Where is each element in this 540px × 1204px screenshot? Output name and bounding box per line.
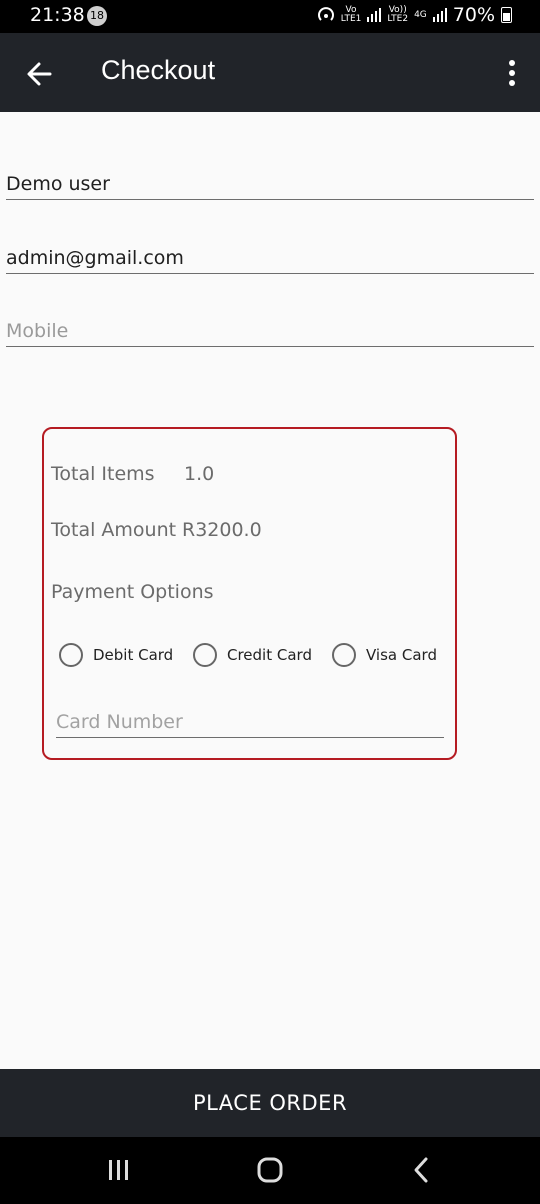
status-bar: 21:38 18 Vo LTE1 Vo)) LTE2 4G 70%: [0, 0, 540, 33]
radio-credit-card[interactable]: Credit Card: [193, 643, 312, 667]
hotspot-icon: [317, 7, 334, 21]
recent-apps-icon[interactable]: [104, 1155, 134, 1185]
radio-label-credit-card: Credit Card: [227, 646, 312, 664]
mobile-field[interactable]: Mobile: [6, 320, 534, 347]
notification-count-badge: 18: [87, 6, 107, 26]
arrow-left-icon[interactable]: [22, 57, 56, 91]
home-icon[interactable]: [255, 1155, 285, 1185]
total-amount-value: R3200.0: [182, 519, 262, 541]
system-nav-bar: [0, 1137, 540, 1204]
radio-visa-card[interactable]: Visa Card: [332, 643, 437, 667]
status-icons: Vo LTE1 Vo)) LTE2 4G 70%: [317, 4, 512, 26]
radio-label-visa-card: Visa Card: [366, 646, 437, 664]
radio-circle[interactable]: [193, 643, 217, 667]
order-summary-card: Total Items 1.0 Total Amount R3200.0 Pay…: [42, 427, 457, 760]
battery-percent: 70%: [452, 4, 495, 26]
radio-debit-card[interactable]: Debit Card: [59, 643, 173, 667]
name-field[interactable]: Demo user: [6, 173, 534, 200]
more-vert-icon[interactable]: [502, 57, 522, 91]
place-order-button[interactable]: PLACE ORDER: [0, 1069, 540, 1137]
app-bar: Checkout: [0, 33, 540, 112]
status-time: 21:38: [30, 4, 85, 26]
back-chevron-icon[interactable]: [406, 1155, 436, 1185]
payment-options-label: Payment Options: [51, 581, 214, 603]
total-amount-label: Total Amount: [51, 519, 177, 541]
radio-circle[interactable]: [59, 643, 83, 667]
sim2-volte-label: Vo)) LTE2: [387, 5, 409, 24]
card-number-input[interactable]: Card Number: [56, 711, 444, 738]
total-items-value: 1.0: [184, 463, 215, 485]
signal-icon-2: [432, 8, 447, 22]
sim1-volte-label: Vo LTE1: [340, 5, 362, 24]
page-title: Checkout: [101, 55, 216, 85]
radio-circle[interactable]: [332, 643, 356, 667]
signal-icon: [367, 8, 382, 22]
email-field[interactable]: admin@gmail.com: [6, 247, 534, 274]
total-items-label: Total Items: [51, 463, 155, 485]
battery-icon: [501, 7, 512, 23]
radio-label-debit-card: Debit Card: [93, 646, 174, 664]
network-type-label: 4G: [414, 9, 427, 20]
